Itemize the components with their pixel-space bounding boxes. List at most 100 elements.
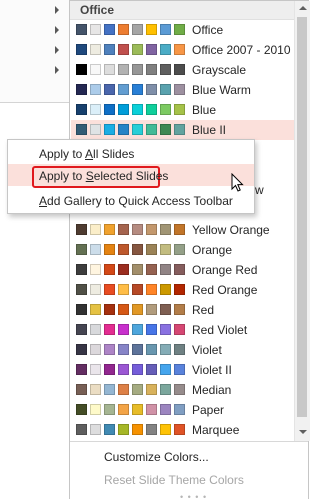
color-swatch [118,44,129,55]
color-swatch [132,24,143,35]
gallery-section-header: Office [70,1,294,20]
theme-color-row[interactable]: Orange Red [71,260,294,280]
theme-name: Violet II [192,363,232,377]
color-swatch [146,264,157,275]
color-swatch [174,304,185,315]
color-swatches [76,364,188,376]
theme-color-row[interactable]: Median [71,380,294,400]
customize-colors-item[interactable]: Customize Colors... [104,450,209,464]
color-swatch [160,344,171,355]
color-swatch [90,384,101,395]
customize-colors-label: Customize Colors... [104,450,209,464]
color-swatch [118,404,129,415]
color-swatch [174,284,185,295]
add-gallery-to-qat-item[interactable]: Add Gallery to Quick Access Toolbar [8,189,254,211]
color-swatch [118,324,129,335]
color-swatch [174,324,185,335]
color-swatches [76,84,188,96]
theme-color-row[interactable]: Blue II [71,120,294,140]
color-swatch [76,364,87,375]
scroll-up-button[interactable] [295,1,310,15]
color-swatch [160,404,171,415]
theme-color-row[interactable]: Office [71,20,294,40]
color-swatch [104,364,115,375]
color-swatch [104,124,115,135]
theme-name: Red [192,303,215,317]
theme-color-row[interactable]: Blue Warm [71,80,294,100]
color-swatch [76,424,87,435]
color-swatch [146,284,157,295]
theme-color-row[interactable]: Blue [71,100,294,120]
gallery-scrollbar[interactable] [294,1,310,441]
color-swatch [132,384,143,395]
color-swatch [174,384,185,395]
color-swatch [174,404,185,415]
color-swatch [132,244,143,255]
color-swatch [160,224,171,235]
theme-color-row[interactable]: Marquee [71,420,294,440]
theme-color-row[interactable]: Orange [71,240,294,260]
color-swatch [76,324,87,335]
color-swatches [76,424,188,436]
color-swatches [76,384,188,396]
color-swatch [160,384,171,395]
color-swatch [104,244,115,255]
color-swatch [132,84,143,95]
apply-to-selected-slides-item[interactable]: Apply to Selected Slides [8,164,254,188]
color-swatch [146,244,157,255]
color-swatch [118,424,129,435]
theme-color-row[interactable]: Office 2007 - 2010 [71,40,294,60]
color-swatches [76,64,188,76]
color-swatch [132,324,143,335]
color-swatch [76,244,87,255]
theme-color-row[interactable]: Paper [71,400,294,420]
color-swatch [146,344,157,355]
color-swatch [76,24,87,35]
color-swatch [146,224,157,235]
scroll-thumb[interactable] [297,17,307,417]
color-swatch [132,284,143,295]
color-swatch [90,44,101,55]
color-swatch [76,84,87,95]
color-swatch [90,324,101,335]
theme-name: Grayscale [192,63,247,77]
gallery-section-title: Office [80,3,115,17]
theme-name: Yellow Orange [192,223,270,237]
color-swatch [104,284,115,295]
theme-name: Red Violet [192,323,248,337]
color-swatch [146,124,157,135]
submenu-arrow-icon [55,6,59,14]
color-swatch [118,344,129,355]
theme-name: Orange [192,243,233,257]
theme-color-row[interactable]: Grayscale [71,60,294,80]
color-swatch [146,384,157,395]
reset-slide-theme-colors-label: Reset Slide Theme Colors [104,473,244,487]
apply-to-all-slides-item[interactable]: Apply to All Slides [8,142,254,164]
theme-color-row[interactable]: Red [71,300,294,320]
color-swatch [146,324,157,335]
submenu-arrow-icon [55,26,59,34]
theme-color-row[interactable]: Violet [71,340,294,360]
color-swatch [104,424,115,435]
theme-color-row[interactable]: Yellow Orange [71,220,294,240]
color-swatch [160,264,171,275]
color-swatch [132,104,143,115]
color-swatches [76,344,188,356]
theme-name: Paper [192,403,225,417]
color-swatches [76,124,188,136]
scroll-down-button[interactable] [295,425,310,439]
color-swatch [118,64,129,75]
theme-color-row[interactable]: Red Violet [71,320,294,340]
color-swatch [174,244,185,255]
mouse-cursor-icon [231,173,244,192]
color-swatch [118,364,129,375]
theme-color-row[interactable]: Red Orange [71,280,294,300]
color-swatch [90,104,101,115]
theme-color-row[interactable]: Violet II [71,360,294,380]
reset-slide-theme-colors-item: Reset Slide Theme Colors [104,473,244,487]
color-swatch [174,124,185,135]
color-swatch [76,284,87,295]
color-swatch [160,324,171,335]
color-swatch [146,364,157,375]
color-swatch [160,284,171,295]
